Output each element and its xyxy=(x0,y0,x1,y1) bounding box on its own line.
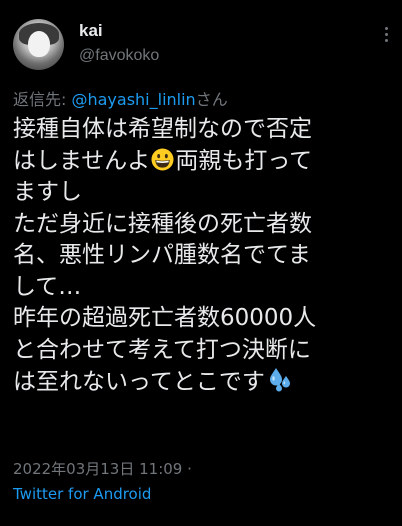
reply-to-link[interactable]: @hayashi_linlin xyxy=(71,90,195,109)
sweat-droplets-icon xyxy=(269,368,290,392)
more-dot-icon xyxy=(384,32,388,36)
tweet-line: と合わせて考えて打つ決断に xyxy=(13,336,311,363)
tweet-line-part: 両親も打って xyxy=(175,147,313,174)
tweet-timestamp[interactable]: 2022年03月13日 11:09 · xyxy=(13,458,192,479)
avatar[interactable] xyxy=(13,19,64,70)
more-options-button[interactable] xyxy=(376,22,396,46)
tweet-line: 名、悪性リンパ腫数名でてま xyxy=(13,242,311,268)
tweet-line-part: はしませんよ xyxy=(13,147,151,174)
user-handle[interactable]: @favokoko xyxy=(79,47,159,65)
tweet-line: はしませんよ 両親も打って xyxy=(13,146,397,178)
tweet-line: は至れないってとこです xyxy=(13,366,397,399)
tweet-line: して… xyxy=(13,273,82,300)
tweet-line: 接種自体は希望制なので否定 xyxy=(13,116,312,142)
reply-context: 返信先: @hayashi_linlinさん xyxy=(13,86,228,110)
tweet-text: 接種自体は希望制なので否定 はしませんよ 両親も打って ますし ただ身近に接種後… xyxy=(13,114,397,399)
display-name[interactable]: kai xyxy=(79,21,103,41)
tweet-source-link[interactable]: Twitter for Android xyxy=(13,485,151,503)
more-dot-icon xyxy=(384,26,388,30)
reply-prefix: 返信先: xyxy=(13,90,72,109)
reply-suffix: さん xyxy=(195,90,228,109)
grinning-face-icon xyxy=(151,147,174,171)
tweet-card: kai @favokoko 返信先: @hayashi_linlinさん 接種自… xyxy=(0,0,402,526)
tweet-line: 昨年の超過死亡者数60000人 xyxy=(13,305,317,331)
tweet-line-part: は至れないってとこです xyxy=(13,369,265,395)
more-dot-icon xyxy=(384,38,388,42)
avatar-face xyxy=(28,31,50,57)
tweet-line: ますし xyxy=(13,179,82,205)
tweet-line: ただ身近に接種後の死亡者数 xyxy=(13,210,312,237)
